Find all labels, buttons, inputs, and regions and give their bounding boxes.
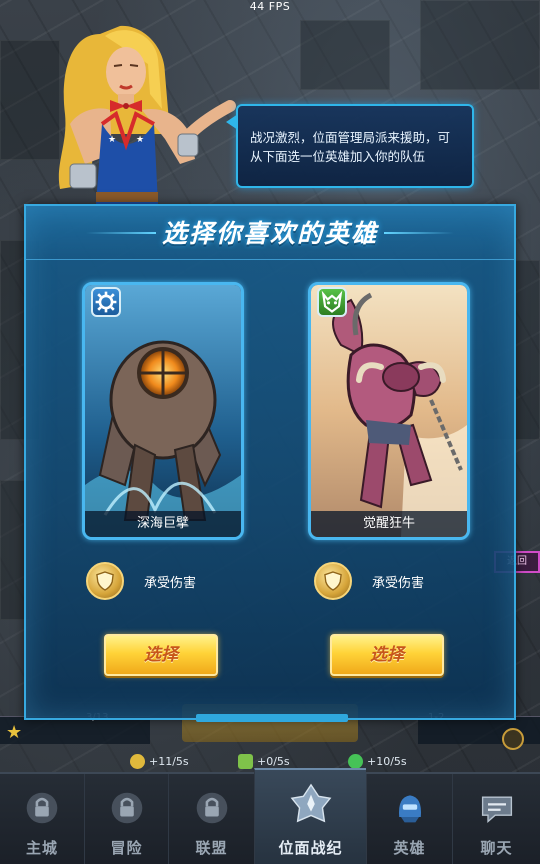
- advisor-character-portrait: ★ ★: [58, 25, 236, 204]
- resource-value: +11/5s: [149, 754, 189, 768]
- nav-item-adventure[interactable]: 冒险: [84, 774, 168, 864]
- beast-icon: [321, 290, 343, 313]
- hero-name: 深海巨擘: [85, 511, 241, 537]
- hero-card-awakened-bull[interactable]: 觉醒狂牛: [308, 282, 470, 540]
- trait-label: 承受伤害: [372, 575, 425, 591]
- resource-gold-rate: +11/5s: [130, 752, 189, 770]
- energy-icon: [348, 753, 363, 769]
- hero-name: 觉醒狂牛: [311, 511, 467, 537]
- nav-item-plane-war[interactable]: 位面战纪: [254, 768, 366, 864]
- svg-text:★: ★: [108, 135, 116, 145]
- nav-label: 主城: [25, 839, 58, 857]
- emblem-icon: [289, 782, 333, 826]
- hero-card-deep-sea-colossus[interactable]: 深海巨擘: [82, 282, 244, 540]
- modal-footer-decoration: [196, 714, 348, 722]
- lock-icon: [20, 786, 64, 830]
- clock-icon[interactable]: [502, 728, 524, 750]
- nav-label: 冒险: [110, 839, 143, 857]
- hero-trait-row: 承受伤害: [314, 562, 424, 600]
- stage-progress-left: [0, 716, 150, 744]
- select-hero-2-button[interactable]: 选择: [330, 634, 444, 676]
- select-hero-1-button[interactable]: 选择: [104, 634, 218, 676]
- trait-label: 承受伤害: [144, 575, 197, 591]
- hero-selection-modal: 选择你喜欢的英雄 深海巨擘 觉醒狂牛 承受伤害 承受伤害 选择 选择: [24, 204, 516, 722]
- hero-trait-row: 承受伤害: [86, 562, 196, 600]
- resource-value: +10/5s: [367, 754, 407, 768]
- exp-icon: [238, 753, 253, 769]
- lock-icon: [190, 786, 234, 830]
- chat-bubble-icon: [475, 786, 519, 830]
- nav-item-main-city[interactable]: 主城: [0, 774, 84, 864]
- hero-art-deep-sea-colossus: [85, 285, 241, 537]
- star-icon: ★: [6, 722, 23, 743]
- modal-title: 选择你喜欢的英雄: [161, 219, 378, 248]
- nav-item-chat[interactable]: 聊天: [452, 774, 540, 864]
- hero-helmet-icon: [388, 786, 432, 830]
- advisor-dialog-bubble: 战况激烈，位面管理局派来援助，可从下面选一位英雄加入你的队伍: [226, 104, 474, 188]
- shield-icon: [86, 562, 124, 600]
- fps-counter: 44 FPS: [249, 0, 291, 13]
- resource-value: +0/5s: [257, 754, 290, 768]
- nav-label: 联盟: [195, 839, 228, 857]
- nav-item-alliance[interactable]: 联盟: [168, 774, 254, 864]
- svg-text:★: ★: [136, 135, 144, 145]
- lock-icon: [105, 786, 149, 830]
- class-badge-beast: [317, 287, 347, 317]
- coin-icon: [130, 753, 145, 769]
- nav-label: 英雄: [393, 839, 426, 857]
- nav-label: 位面战纪: [278, 839, 343, 857]
- dialog-text: 战况激烈，位面管理局派来援助，可从下面选一位英雄加入你的队伍: [250, 130, 451, 164]
- bottom-navigation: 主城 冒险 联盟 位面战纪 英雄 聊天: [0, 768, 540, 864]
- nav-label: 聊天: [480, 839, 513, 857]
- gear-icon: [95, 291, 117, 313]
- nav-item-heroes[interactable]: 英雄: [366, 774, 452, 864]
- hero-art-awakened-bull: [311, 285, 467, 537]
- shield-icon: [314, 562, 352, 600]
- class-badge-tank: [91, 287, 121, 317]
- modal-header: 选择你喜欢的英雄: [26, 206, 514, 260]
